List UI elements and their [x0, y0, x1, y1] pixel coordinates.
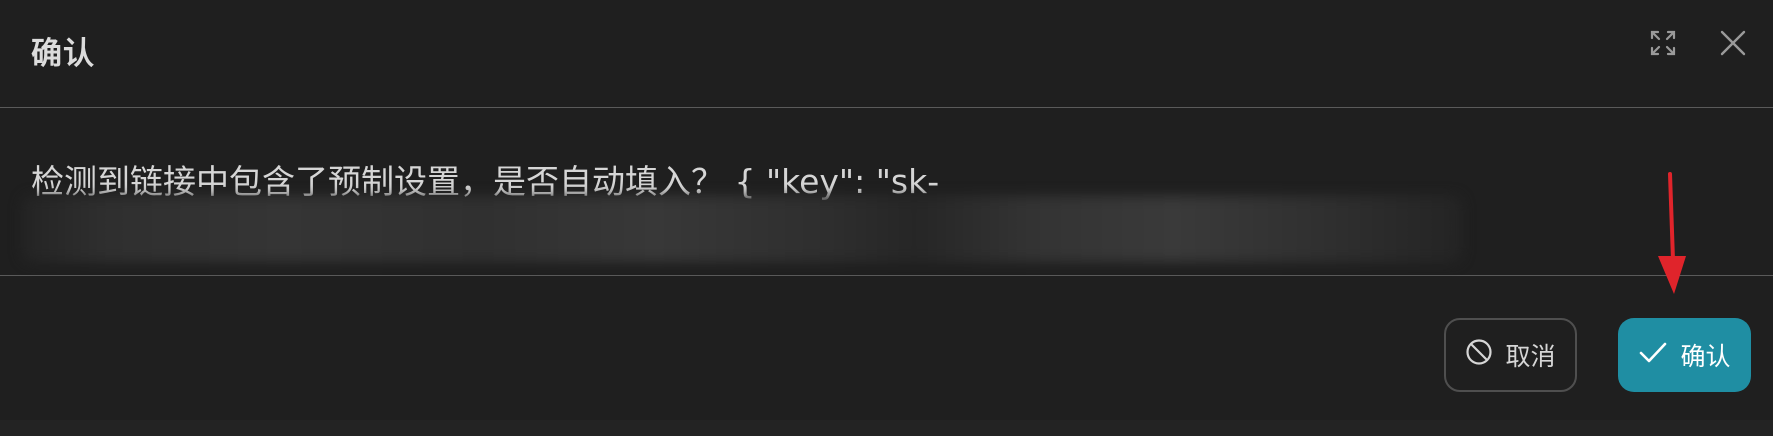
confirm-button-label: 确认 [1680, 342, 1731, 371]
background-strip [0, 420, 1773, 436]
dialog-footer: 取消 确认 [0, 276, 1773, 420]
dialog-body: 检测到链接中包含了预制设置，是否自动填入？ { "key": "sk- [0, 108, 1773, 276]
cancel-button[interactable]: 取消 [1444, 318, 1577, 392]
confirm-button[interactable]: 确认 [1618, 318, 1751, 392]
redacted-content [22, 196, 1462, 262]
annotation-arrow-icon [1658, 172, 1686, 294]
expand-icon[interactable] [1643, 23, 1683, 63]
dialog-title: 确认 [31, 36, 95, 72]
page: 确认 检测到链接中包含了预制设置，是否自动填入？ { "key": "sk- 取… [0, 0, 1773, 436]
ban-icon [1465, 338, 1493, 372]
check-icon [1638, 338, 1668, 372]
cancel-button-label: 取消 [1505, 342, 1556, 371]
close-icon[interactable] [1713, 23, 1753, 63]
dialog-header: 确认 [0, 0, 1773, 108]
confirm-dialog: 确认 检测到链接中包含了预制设置，是否自动填入？ { "key": "sk- 取… [0, 0, 1773, 420]
